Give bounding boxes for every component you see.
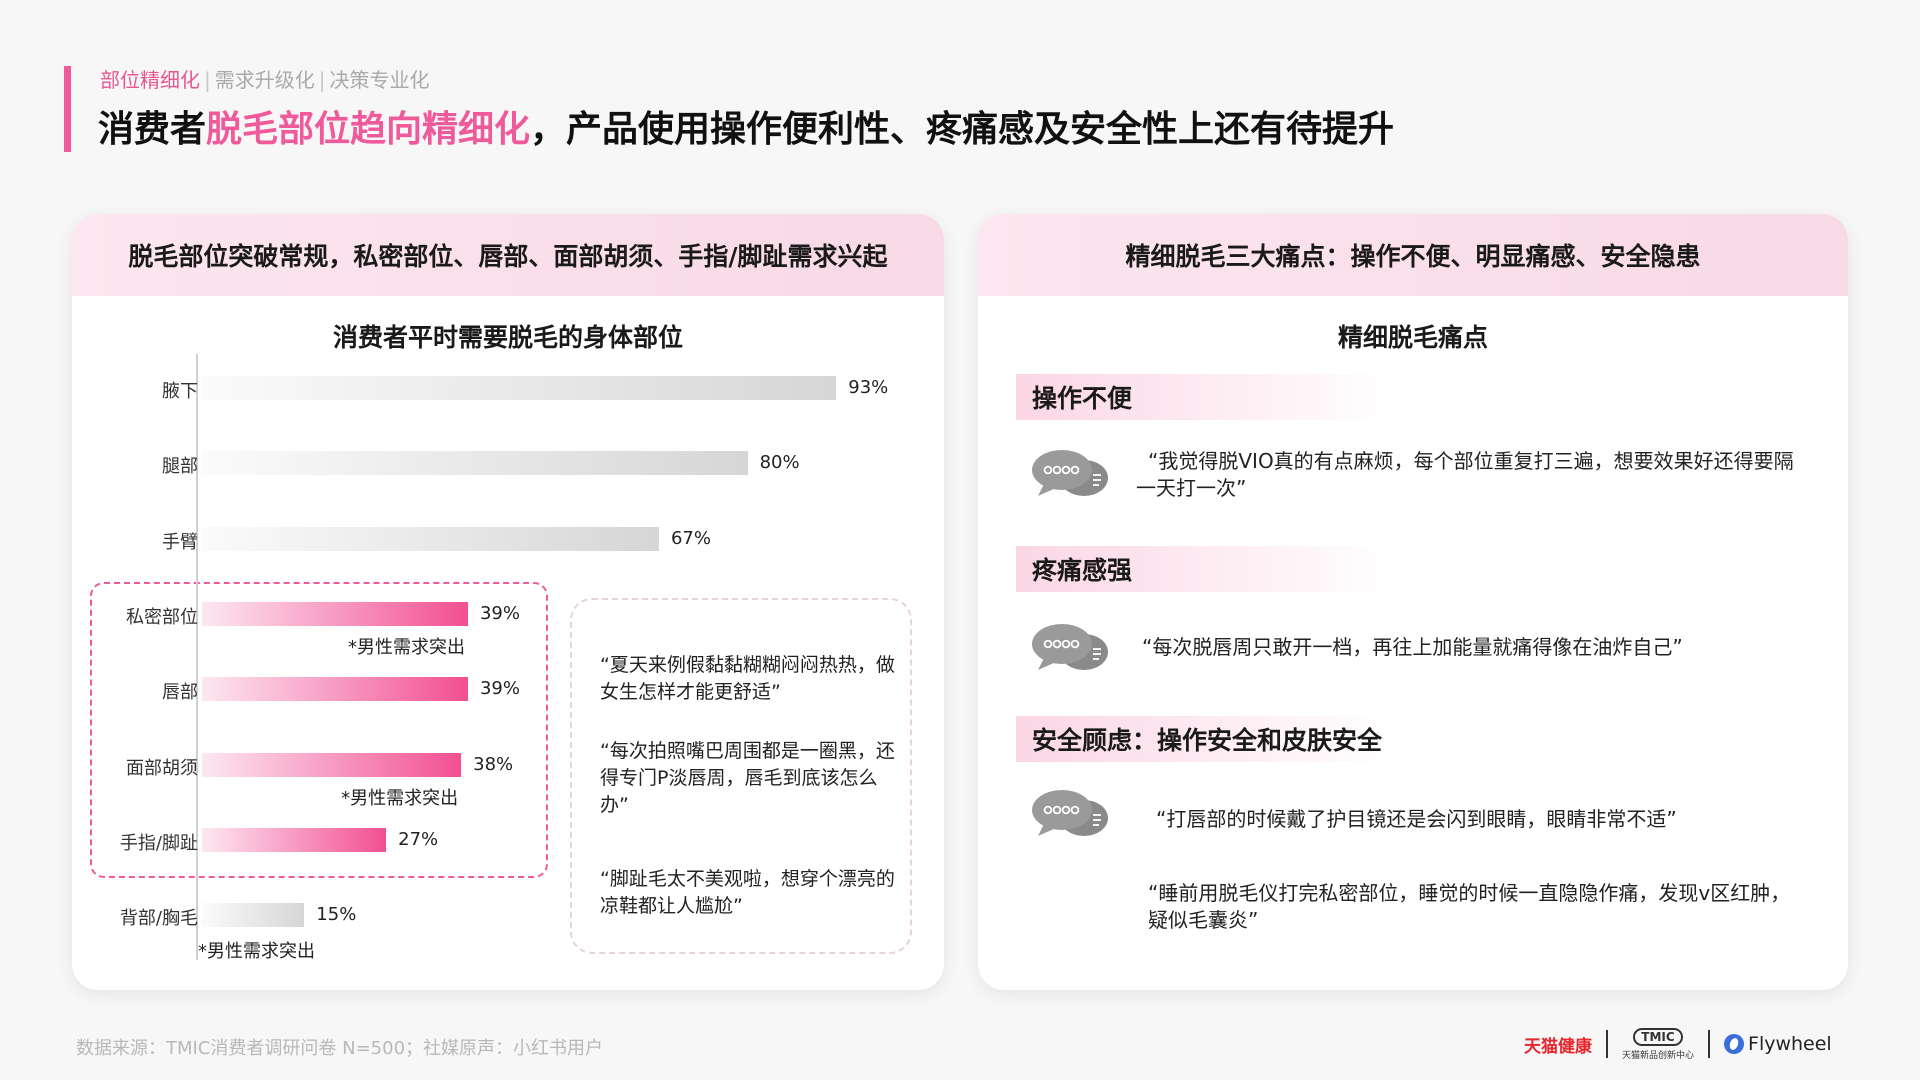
breadcrumb: 部位精细化 | 需求升级化 | 决策专业化 (100, 64, 430, 93)
quote-text: “每次拍照嘴巴周围都是一圈黑，还得专门P淡唇周，唇毛到底该怎么办” (600, 740, 895, 816)
tmic-logo-caption: 天猫新品创新中心 (1622, 1050, 1695, 1061)
chart-bar (202, 827, 387, 852)
brand-logos: 天猫健康 TMIC 天猫新品创新中心 Flywheel (1524, 1024, 1832, 1064)
category-label: 腋下 (162, 381, 198, 402)
category-label: 手指/脚趾 (119, 832, 198, 854)
tmall-health-logo: 天猫健康 (1524, 1036, 1592, 1057)
flywheel-logo: Flywheel (1724, 1033, 1832, 1055)
pain-point-tag: 疼痛感强 (1016, 546, 1390, 592)
quote-text: “夏天来例假黏黏糊糊闷闷热热，做女生怎样才能更舒适” (600, 654, 895, 703)
category-label: 手臂 (162, 531, 198, 553)
logo-divider (1708, 1030, 1711, 1058)
crumb-separator: | (318, 68, 326, 92)
quote-text: “脚趾毛太不美观啦，想穿个漂亮的凉鞋都让人尴尬” (600, 868, 895, 917)
title-pre: 消费者 (98, 109, 207, 150)
category-label: 唇部 (162, 682, 198, 704)
chart-bar (202, 526, 659, 551)
accent-bar (64, 66, 71, 152)
chart-bar (202, 903, 305, 928)
chat-bubble-icon (1032, 624, 1108, 670)
data-label: 39% (479, 602, 520, 624)
chat-bubble-icon (1032, 790, 1108, 836)
data-label: 80% (759, 452, 800, 474)
chat-bubble-icon (1032, 450, 1108, 496)
left-panel: 脱毛部位突破常规，私密部位、唇部、面部胡须、手指/脚趾需求兴起 消费者平时需要脱… (72, 214, 944, 990)
chart-bar (202, 601, 468, 626)
right-panel: 精细脱毛三大痛点：操作不便、明显痛感、安全隐患 精细脱毛痛点 操作不便 “我觉得… (978, 214, 1848, 990)
data-label: 38% (473, 753, 514, 775)
category-label: 腿部 (162, 456, 198, 478)
pain-point-quote: “每次脱唇周只敢开一档，再往上加能量就痛得像在油炸自己” (1142, 635, 1683, 659)
male-demand-note: *男性需求突出 (347, 636, 465, 658)
category-label: 私密部位 (126, 606, 198, 628)
crumb-item[interactable]: 决策专业化 (330, 68, 430, 92)
title-post: ，产品使用操作便利性、疼痛感及安全性上还有待提升 (530, 109, 1395, 150)
quote-box: “夏天来例假黏黏糊糊闷闷热热，做女生怎样才能更舒适” “每次拍照嘴巴周围都是一圈… (570, 598, 912, 954)
pain-point-quote: “我觉得脱VIO真的有点麻烦，每个部位重复打三遍，想要效果好还得要隔一天打一次” (1136, 449, 1794, 500)
crumb-separator: | (204, 68, 211, 92)
data-label: 27% (398, 828, 439, 850)
data-label: 39% (479, 678, 520, 700)
crumb-item[interactable]: 需求升级化 (215, 68, 315, 92)
data-source-note: 数据来源：TMIC消费者调研问卷 N=500；社媒原声：小红书用户 (76, 1038, 604, 1059)
data-label: 67% (670, 527, 711, 549)
flywheel-logo-text: Flywheel (1748, 1033, 1832, 1055)
pain-point-tag: 安全顾虑：操作安全和皮肤安全 (1016, 716, 1390, 762)
tmic-logo-mark: TMIC (1633, 1027, 1683, 1046)
chart-bar (202, 376, 837, 400)
category-label: 背部/胸毛 (119, 908, 198, 930)
right-panel-heading: 精细脱毛三大痛点：操作不便、明显痛感、安全隐患 (978, 214, 1848, 296)
chart-bar (202, 677, 468, 702)
crumb-active[interactable]: 部位精细化 (100, 68, 200, 92)
pain-point-tag: 操作不便 (1016, 374, 1390, 420)
pain-point-quote: “睡前用脱毛仪打完私密部位，睡觉的时候一直隐隐作痛，发现v区红肿，疑似毛囊炎” (1148, 881, 1791, 932)
page-title: 消费者脱毛部位趋向精细化，产品使用操作便利性、疼痛感及安全性上还有待提升 (98, 100, 1394, 152)
male-demand-note: *男性需求突出 (341, 787, 459, 809)
right-panel-subtitle: 精细脱毛痛点 (1337, 323, 1488, 352)
flywheel-logo-mark (1724, 1034, 1745, 1054)
chart-bar (202, 752, 462, 777)
category-label: 面部胡须 (126, 757, 198, 779)
data-label: 93% (848, 377, 889, 398)
chart-axis-line (196, 354, 198, 960)
title-highlight: 脱毛部位趋向精细化 (206, 109, 531, 150)
male-demand-note: *男性需求突出 (198, 941, 315, 963)
pain-point-quote: “打唇部的时候戴了护目镜还是会闪到眼睛，眼睛非常不适” (1156, 807, 1677, 831)
chart-bar (202, 451, 748, 476)
data-label: 15% (316, 904, 357, 926)
tmic-logo: TMIC 天猫新品创新中心 (1622, 1027, 1695, 1061)
logo-divider (1606, 1030, 1608, 1058)
